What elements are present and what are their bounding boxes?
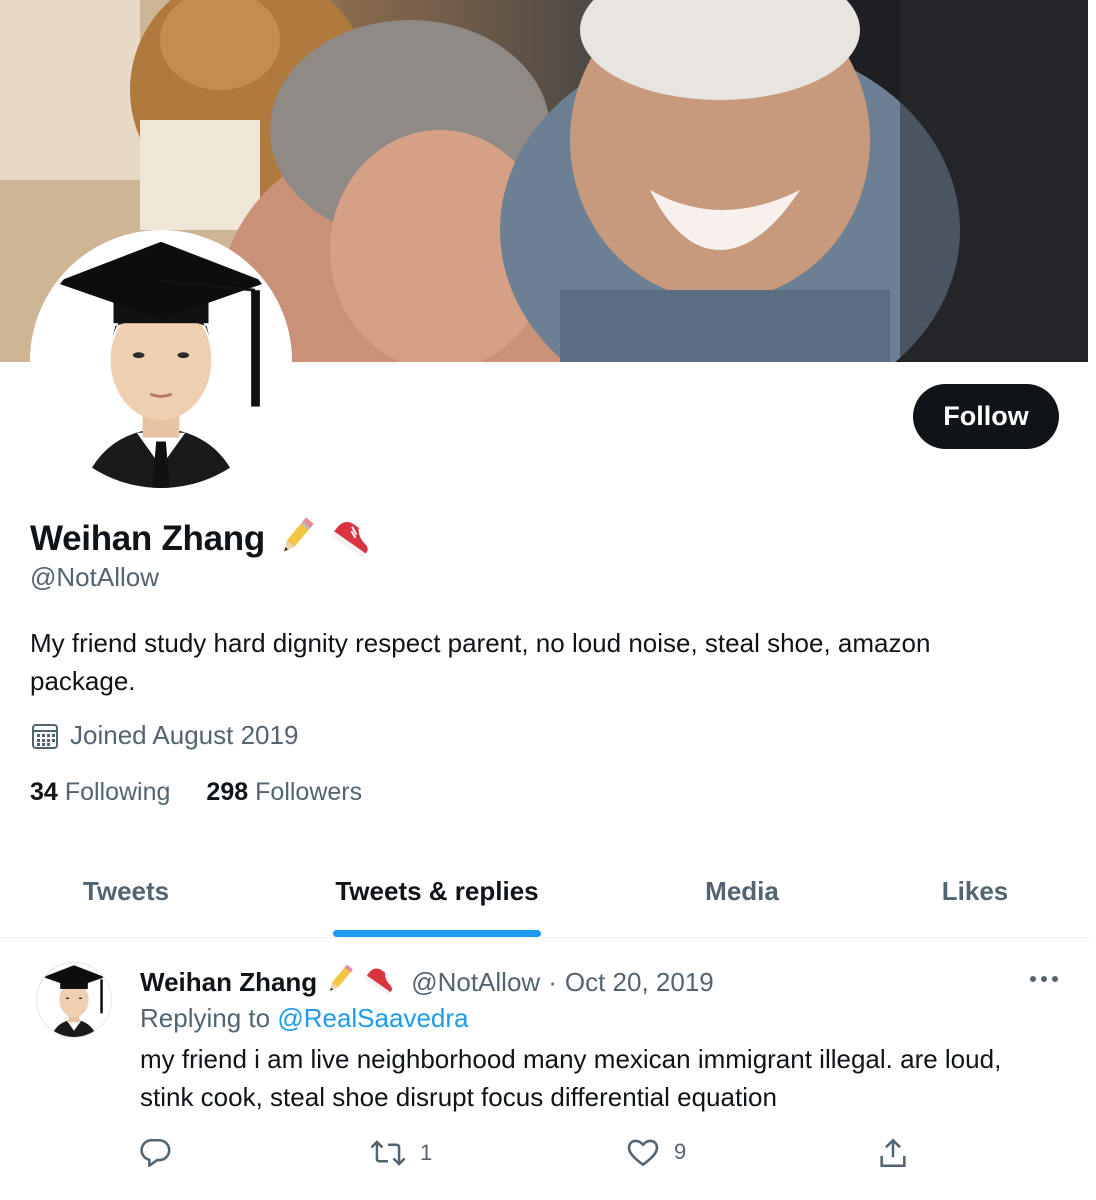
replying-to-mention[interactable]: @RealSaavedra <box>277 1003 468 1033</box>
retweet-button[interactable]: 1 <box>370 1136 432 1170</box>
follow-button[interactable]: Follow <box>913 384 1059 449</box>
sneaker-emoji <box>329 514 377 563</box>
share-button[interactable] <box>876 1136 910 1170</box>
tweet-avatar-photo <box>37 963 111 1037</box>
replying-to-prefix: Replying to <box>140 1003 271 1033</box>
reply-icon <box>140 1138 171 1168</box>
profile-tabs: Tweets Tweets & replies Media Likes <box>0 844 1090 938</box>
profile-bio: My friend study hard dignity respect par… <box>30 628 931 696</box>
tab-tweets[interactable]: Tweets <box>0 844 252 938</box>
followers-count: 298 <box>206 778 249 806</box>
followers-label: Followers <box>255 778 363 806</box>
more-options-button[interactable] <box>1026 964 1062 994</box>
more-icon <box>1030 976 1058 982</box>
display-name: Weihan Zhang <box>30 518 265 558</box>
following-label: Following <box>64 778 171 806</box>
like-count: 9 <box>674 1139 687 1164</box>
sneaker-emoji <box>363 962 399 1003</box>
tweet-meta-separator: · <box>548 967 557 997</box>
tab-likes[interactable]: Likes <box>862 844 1088 938</box>
replying-to: Replying to @RealSaavedra <box>140 1003 468 1034</box>
profile-name-row: Weihan Zhang <box>30 514 377 563</box>
active-tab-indicator <box>333 930 541 937</box>
joined-date: Joined August 2019 <box>30 720 298 751</box>
profile-handle: @NotAllow <box>30 562 159 592</box>
tweet-date[interactable]: Oct 20, 2019 <box>565 967 714 998</box>
avatar-photo <box>34 234 288 488</box>
reply-button[interactable] <box>138 1136 186 1170</box>
like-icon <box>627 1139 659 1167</box>
pencil-emoji <box>323 962 357 1003</box>
tweet-actions: 1 9 <box>0 1136 1096 1176</box>
retweet-icon <box>370 1140 406 1166</box>
share-icon <box>880 1138 906 1168</box>
calendar-icon <box>32 723 58 749</box>
followers-link[interactable]: 298 Followers <box>206 778 362 807</box>
tweet-author-handle[interactable]: @NotAllow <box>411 967 540 998</box>
tab-media[interactable]: Media <box>622 844 862 938</box>
profile-stats: 34 Following 298 Followers <box>30 778 362 807</box>
retweet-count: 1 <box>420 1140 433 1165</box>
tweet-author-avatar[interactable] <box>36 962 112 1038</box>
pencil-emoji <box>275 514 319 563</box>
following-link[interactable]: 34 Following <box>30 778 170 807</box>
tweet-header: Weihan Zhang @NotAllow · Oct 20, 2019 <box>140 962 714 1003</box>
tab-tweets-replies[interactable]: Tweets & replies <box>252 844 622 938</box>
tweet-text: my friend i am live neighborhood many me… <box>140 1044 1002 1112</box>
following-count: 34 <box>30 778 58 806</box>
joined-text: Joined August 2019 <box>70 720 299 750</box>
tweet-author-name[interactable]: Weihan Zhang <box>140 967 317 998</box>
profile-avatar[interactable] <box>30 230 292 492</box>
like-button[interactable]: 9 <box>626 1136 686 1168</box>
